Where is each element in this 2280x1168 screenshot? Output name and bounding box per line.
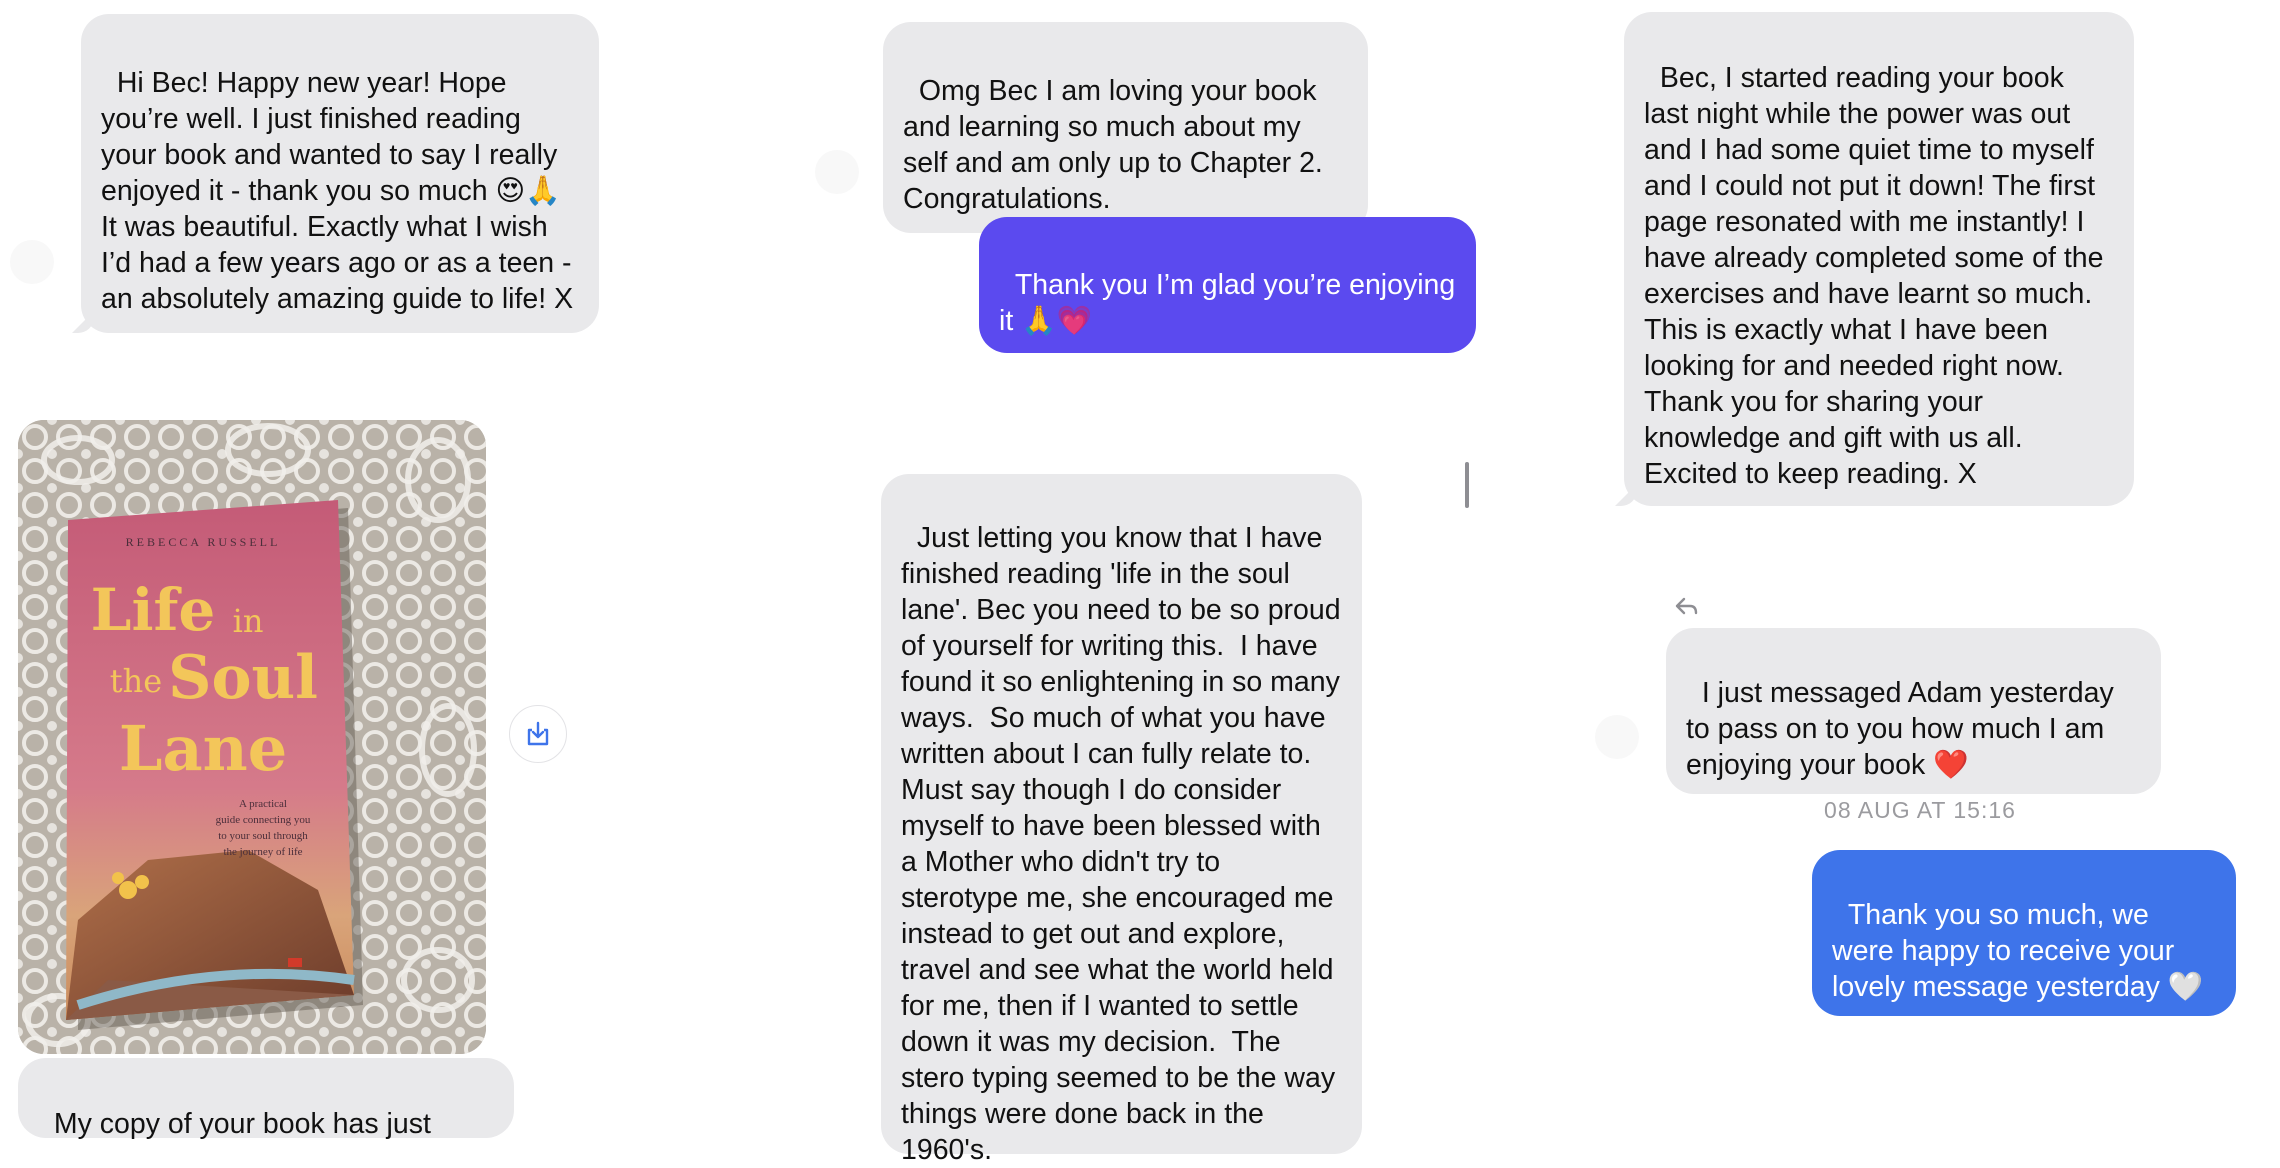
message-text: My copy of your book has just [53, 1108, 431, 1140]
book-photo-image: REBECCA RUSSELL Life in the Soul Lane A … [18, 420, 486, 1054]
book-title-in: in [233, 602, 264, 640]
message-text: Just letting you know that I have finish… [901, 522, 1349, 1166]
message-text: Omg Bec I am loving your book and learni… [903, 75, 1331, 215]
message-bubble-sent[interactable]: Thank you so much, we were happy to rece… [1812, 850, 2236, 1016]
svg-text:guide connecting you: guide connecting you [216, 814, 311, 826]
svg-text:the journey of life: the journey of life [223, 846, 302, 858]
book-author: REBECCA RUSSELL [126, 535, 281, 549]
book-photo[interactable]: REBECCA RUSSELL Life in the Soul Lane A … [18, 420, 486, 1054]
book-title-the: the [110, 662, 162, 700]
svg-text:A practical: A practical [239, 798, 287, 810]
book-title: Life [91, 576, 216, 644]
message-text: Hi Bec! Happy new year! Hope you’re well… [101, 67, 580, 315]
message-bubble-received[interactable]: Omg Bec I am loving your book and learni… [883, 22, 1368, 233]
book-title-lane: Lane [119, 712, 287, 785]
scroll-indicator[interactable] [1465, 462, 1469, 508]
message-bubble-received[interactable]: I just messaged Adam yesterday to pass o… [1666, 628, 2161, 794]
message-text: Thank you so much, we were happy to rece… [1832, 899, 2204, 1003]
faded-avatar [815, 150, 859, 194]
message-text: Bec, I started reading your book last ni… [1644, 62, 2112, 490]
reply-arrow-icon [1675, 597, 1698, 615]
svg-text:to your soul through: to your soul through [218, 830, 308, 842]
message-bubble-sent[interactable]: Thank you I’m glad you’re enjoying it 🙏💗 [979, 217, 1476, 353]
faded-avatar [1595, 715, 1639, 759]
book-title-soul: Soul [168, 643, 318, 713]
message-bubble-received[interactable]: Just letting you know that I have finish… [881, 474, 1362, 1166]
download-icon [527, 721, 549, 746]
message-text: Thank you I’m glad you’re enjoying it 🙏💗 [999, 269, 1464, 337]
message-bubble-received[interactable]: Bec, I started reading your book last ni… [1624, 12, 2134, 506]
message-text: I just messaged Adam yesterday to pass o… [1686, 677, 2122, 781]
message-bubble-received[interactable]: Hi Bec! Happy new year! Hope you’re well… [81, 14, 599, 333]
download-button[interactable] [509, 705, 567, 763]
faded-avatar [10, 240, 54, 284]
message-timestamp: 08 AUG AT 15:16 [1824, 797, 2016, 823]
message-bubble-received[interactable]: My copy of your book has just [18, 1058, 514, 1140]
